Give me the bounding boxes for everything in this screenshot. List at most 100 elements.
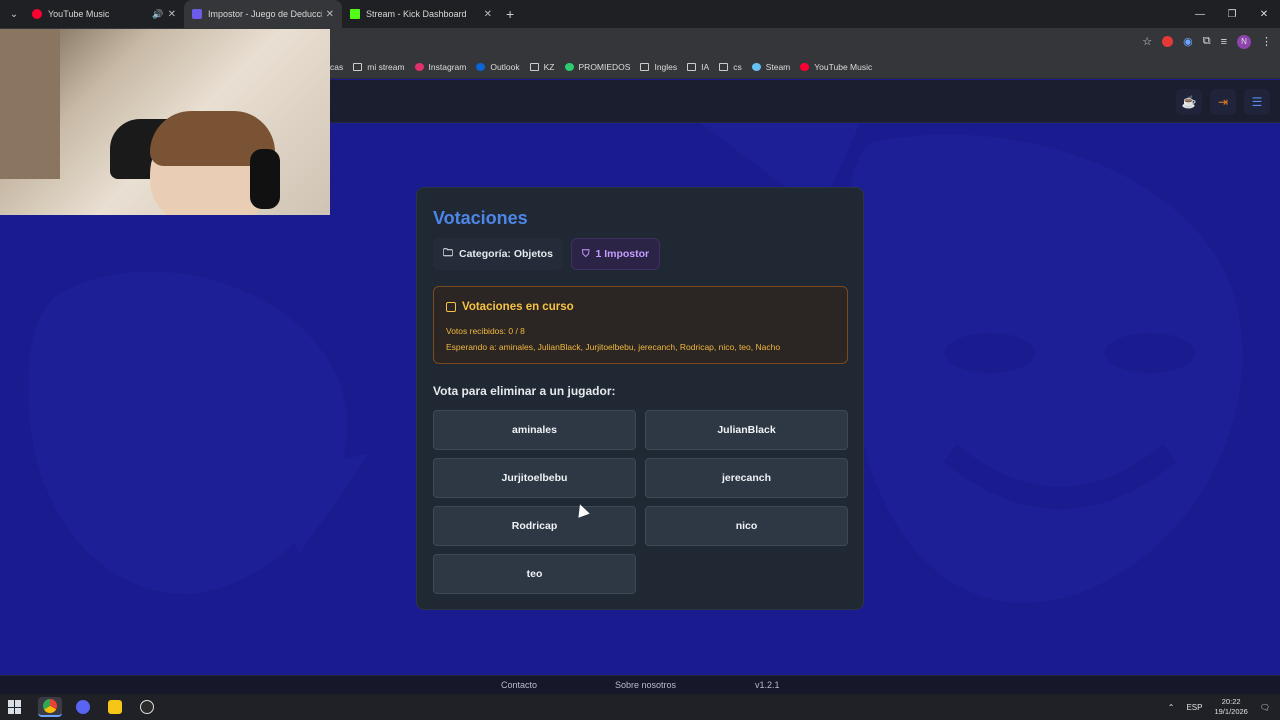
- votes-received-text: Votos recibidos: 0 / 8: [446, 326, 525, 336]
- vote-player-button[interactable]: nico: [645, 506, 848, 546]
- obs-icon: [140, 700, 154, 714]
- tab-kick-dashboard[interactable]: Stream - Kick Dashboard ✕: [342, 0, 500, 28]
- taskbar-discord[interactable]: [71, 697, 95, 717]
- close-window-icon[interactable]: ✕: [1248, 0, 1280, 28]
- new-tab-button[interactable]: +: [506, 6, 514, 22]
- chevron-up-icon[interactable]: ⌃: [1168, 703, 1175, 712]
- bookmark-label: Outlook: [490, 61, 520, 72]
- bookmark-item[interactable]: Ingles: [640, 62, 677, 72]
- profile-avatar[interactable]: N: [1237, 34, 1251, 49]
- extension-wave-icon[interactable]: ◉: [1183, 35, 1193, 48]
- bookmark-label: Steam: [765, 61, 791, 72]
- taskbar-obs[interactable]: [135, 697, 159, 717]
- clock-date: 19/1/2026: [1214, 707, 1248, 716]
- bookmark-item[interactable]: cas: [330, 62, 343, 72]
- minimize-icon[interactable]: —: [1184, 0, 1216, 28]
- contact-link[interactable]: Contacto: [501, 680, 537, 690]
- taskbar-app-3[interactable]: [103, 697, 127, 717]
- header-actions: ☕ ⇥ ☰: [1176, 89, 1270, 115]
- folder-icon: [640, 62, 650, 71]
- menu-kebab-icon[interactable]: ⋮: [1261, 35, 1272, 48]
- clock[interactable]: 20:22 19/1/2026: [1214, 697, 1247, 717]
- system-tray: ⌃ ESP 20:22 19/1/2026 🗨: [1168, 694, 1270, 720]
- voting-card: Votaciones 🗀 Categoría: Objetos ⛉ 1 Impo…: [416, 187, 864, 610]
- clock-time: 20:22: [1221, 697, 1241, 706]
- waiting-for-text: Esperando a: aminales, JulianBlack, Jurj…: [446, 342, 781, 352]
- bookmark-item[interactable]: Instagram: [414, 61, 467, 72]
- close-tab-icon[interactable]: ✕: [168, 9, 176, 20]
- record-extension-icon[interactable]: [1162, 36, 1174, 47]
- close-tab-icon[interactable]: ✕: [326, 9, 334, 20]
- youtube-music-icon: [32, 9, 42, 19]
- tab-title: Stream - Kick Dashboard: [366, 9, 467, 19]
- window-controls: — ❐ ✕: [1184, 0, 1280, 28]
- webcam-overlay: [0, 29, 330, 215]
- vote-player-button[interactable]: aminales: [433, 410, 636, 450]
- voting-status-heading: Votaciones en curso: [446, 301, 574, 313]
- folder-icon: 🗀: [443, 247, 453, 259]
- webcam-headset: [250, 149, 280, 209]
- folder-icon: [529, 62, 539, 71]
- bookmark-label: mi stream: [367, 61, 405, 72]
- version-label: v1.2.1: [755, 680, 780, 690]
- folder-icon: [353, 62, 363, 71]
- tab-impostor[interactable]: Impostor - Juego de Deducción ✕: [184, 0, 342, 28]
- taskbar-chrome[interactable]: [38, 697, 62, 717]
- windows-start-icon[interactable]: [8, 700, 22, 714]
- bookmark-item[interactable]: KZ: [529, 61, 555, 72]
- bookmark-item[interactable]: Outlook: [476, 61, 520, 72]
- extensions-puzzle-icon[interactable]: ⧉: [1203, 35, 1211, 48]
- vote-player-button[interactable]: jerecanch: [645, 458, 848, 498]
- chrome-icon: [43, 699, 57, 713]
- folder-icon: [719, 62, 729, 71]
- bookmark-label: YouTube Music: [814, 61, 873, 72]
- vote-player-button[interactable]: teo: [433, 554, 636, 594]
- page-title: Votaciones: [433, 208, 528, 228]
- bookmark-star-icon[interactable]: ☆: [1142, 35, 1152, 48]
- bookmark-item[interactable]: YouTube Music: [800, 62, 872, 72]
- voting-status-box: Votaciones en curso Votos recibidos: 0 /…: [433, 286, 848, 364]
- discord-icon: [76, 700, 90, 714]
- bookmark-label: Instagram: [428, 61, 467, 72]
- vote-player-button[interactable]: JulianBlack: [645, 410, 848, 450]
- folder-icon: [687, 62, 697, 71]
- ballot-box-icon: [446, 302, 456, 312]
- bookmark-label: IA: [701, 61, 710, 72]
- category-label: Categoría: Objetos: [459, 248, 553, 260]
- steam-icon: [751, 62, 761, 71]
- tab-youtube-music[interactable]: YouTube Music 🔊 ✕: [24, 0, 184, 28]
- coffee-icon[interactable]: ☕: [1176, 89, 1202, 115]
- notifications-icon[interactable]: 🗨: [1260, 703, 1270, 712]
- vote-prompt: Vota para eliminar a un jugador:: [433, 384, 616, 398]
- tab-title: YouTube Music: [48, 9, 110, 19]
- shield-icon: ⛉: [581, 248, 590, 260]
- impostor-count-chip: ⛉ 1 Impostor: [570, 238, 661, 270]
- bookmark-item[interactable]: IA: [687, 62, 709, 72]
- kick-icon: [350, 9, 360, 19]
- toolbar-icons: ☆ ◉ ⧉ ≡ N ⋮: [1142, 28, 1272, 55]
- tab-title: Impostor - Juego de Deducción: [208, 9, 322, 19]
- vote-player-button[interactable]: Jurjitoelbebu: [433, 458, 636, 498]
- game-info-chips: 🗀 Categoría: Objetos ⛉ 1 Impostor: [433, 238, 661, 270]
- outlook-icon: [476, 62, 486, 71]
- promiedos-icon: [564, 62, 574, 71]
- media-control-icon[interactable]: ≡: [1221, 36, 1227, 48]
- bookmark-item[interactable]: mi stream: [353, 61, 405, 72]
- bookmark-item[interactable]: Steam: [751, 61, 791, 72]
- about-link[interactable]: Sobre nosotros: [615, 680, 676, 690]
- browser-tabstrip: ⌄ YouTube Music 🔊 ✕ Impostor - Juego de …: [0, 0, 1280, 28]
- youtube-music-icon: [800, 62, 810, 71]
- speaker-icon[interactable]: 🔊: [152, 9, 163, 20]
- bookmark-label: KZ: [543, 61, 555, 72]
- language-indicator[interactable]: ESP: [1186, 703, 1202, 712]
- logout-icon[interactable]: ⇥: [1210, 89, 1236, 115]
- vote-player-button[interactable]: Rodricap: [433, 506, 636, 546]
- hamburger-menu-icon[interactable]: ☰: [1244, 89, 1270, 115]
- restore-icon[interactable]: ❐: [1216, 0, 1248, 28]
- bookmark-item[interactable]: cs: [719, 62, 742, 72]
- bookmark-item[interactable]: PROMIEDOS: [564, 62, 630, 72]
- app-icon: [108, 700, 122, 714]
- close-tab-icon[interactable]: ✕: [484, 9, 492, 20]
- webcam-background-window: [0, 29, 60, 179]
- tab-search-icon[interactable]: ⌄: [4, 4, 24, 24]
